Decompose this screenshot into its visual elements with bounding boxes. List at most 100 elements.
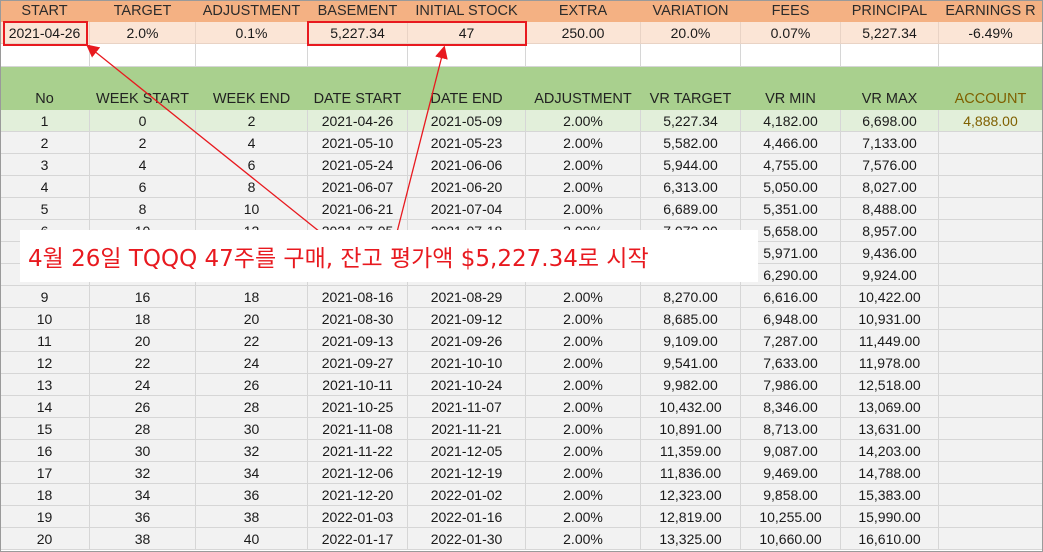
param-header-earnings-r[interactable]: EARNINGS R — [939, 0, 1043, 22]
column-header-week-start[interactable]: WEEK START — [90, 88, 196, 110]
cell-week-start[interactable]: 22 — [90, 352, 196, 374]
cell-week-end[interactable]: 18 — [196, 286, 308, 308]
cell-date-end[interactable]: 2021-12-19 — [408, 462, 526, 484]
cell-date-start[interactable]: 2021-12-20 — [308, 484, 408, 506]
cell-week-start[interactable]: 20 — [90, 330, 196, 352]
param-header-initial-stock[interactable]: INITIAL STOCK — [408, 0, 526, 22]
cell-vr-max[interactable]: 7,576.00 — [841, 154, 939, 176]
cell-date-end[interactable]: 2022-01-16 — [408, 506, 526, 528]
cell-account[interactable] — [939, 462, 1043, 484]
cell-vr-max[interactable]: 15,383.00 — [841, 484, 939, 506]
cell-date-start[interactable]: 2021-11-08 — [308, 418, 408, 440]
cell-account[interactable] — [939, 132, 1043, 154]
cell-no[interactable]: 9 — [0, 286, 90, 308]
cell-week-end[interactable]: 10 — [196, 198, 308, 220]
cell-vr-target[interactable]: 10,432.00 — [641, 396, 741, 418]
cell-account[interactable] — [939, 352, 1043, 374]
column-header-no[interactable]: No — [0, 88, 90, 110]
cell-no[interactable]: 12 — [0, 352, 90, 374]
empty-cell[interactable] — [308, 44, 408, 67]
column-header-date-end[interactable]: DATE END — [408, 88, 526, 110]
cell-vr-max[interactable]: 11,978.00 — [841, 352, 939, 374]
cell-adjustment[interactable]: 2.00% — [526, 528, 641, 550]
cell-vr-max[interactable]: 8,957.00 — [841, 220, 939, 242]
cell-adjustment[interactable]: 2.00% — [526, 374, 641, 396]
empty-cell[interactable] — [641, 67, 741, 88]
cell-adjustment[interactable]: 2.00% — [526, 198, 641, 220]
cell-week-start[interactable]: 28 — [90, 418, 196, 440]
empty-cell[interactable] — [308, 67, 408, 88]
cell-adjustment[interactable]: 2.00% — [526, 484, 641, 506]
cell-vr-min[interactable]: 10,660.00 — [741, 528, 841, 550]
cell-week-end[interactable]: 38 — [196, 506, 308, 528]
param-header-principal[interactable]: PRINCIPAL — [841, 0, 939, 22]
cell-date-end[interactable]: 2021-09-26 — [408, 330, 526, 352]
cell-week-start[interactable]: 34 — [90, 484, 196, 506]
cell-account[interactable] — [939, 396, 1043, 418]
cell-no[interactable]: 13 — [0, 374, 90, 396]
cell-date-end[interactable]: 2021-10-24 — [408, 374, 526, 396]
empty-cell[interactable] — [526, 67, 641, 88]
param-value-target[interactable]: 2.0% — [90, 22, 196, 44]
cell-date-start[interactable]: 2021-04-26 — [308, 110, 408, 132]
cell-vr-max[interactable]: 15,990.00 — [841, 506, 939, 528]
cell-account[interactable] — [939, 308, 1043, 330]
cell-vr-max[interactable]: 14,203.00 — [841, 440, 939, 462]
cell-week-start[interactable]: 32 — [90, 462, 196, 484]
cell-no[interactable]: 3 — [0, 154, 90, 176]
cell-no[interactable]: 2 — [0, 132, 90, 154]
cell-adjustment[interactable]: 2.00% — [526, 286, 641, 308]
cell-week-start[interactable]: 18 — [90, 308, 196, 330]
cell-week-start[interactable]: 4 — [90, 154, 196, 176]
cell-date-end[interactable]: 2021-11-21 — [408, 418, 526, 440]
cell-account[interactable] — [939, 374, 1043, 396]
cell-date-start[interactable]: 2021-10-25 — [308, 396, 408, 418]
cell-vr-min[interactable]: 5,351.00 — [741, 198, 841, 220]
cell-date-start[interactable]: 2021-09-27 — [308, 352, 408, 374]
cell-adjustment[interactable]: 2.00% — [526, 462, 641, 484]
cell-account[interactable] — [939, 198, 1043, 220]
empty-cell[interactable] — [741, 44, 841, 67]
param-value-basement[interactable]: 5,227.34 — [308, 22, 408, 44]
param-header-target[interactable]: TARGET — [90, 0, 196, 22]
cell-week-end[interactable]: 22 — [196, 330, 308, 352]
column-header-adjustment[interactable]: ADJUSTMENT — [526, 88, 641, 110]
cell-account[interactable] — [939, 506, 1043, 528]
param-header-basement[interactable]: BASEMENT — [308, 0, 408, 22]
cell-week-end[interactable]: 30 — [196, 418, 308, 440]
cell-vr-max[interactable]: 6,698.00 — [841, 110, 939, 132]
param-value-adjustment[interactable]: 0.1% — [196, 22, 308, 44]
cell-date-start[interactable]: 2021-05-10 — [308, 132, 408, 154]
cell-vr-max[interactable]: 11,449.00 — [841, 330, 939, 352]
cell-week-end[interactable]: 28 — [196, 396, 308, 418]
empty-cell[interactable] — [641, 44, 741, 67]
param-header-variation[interactable]: VARIATION — [641, 0, 741, 22]
cell-date-end[interactable]: 2021-06-20 — [408, 176, 526, 198]
param-value-earnings-r[interactable]: -6.49% — [939, 22, 1043, 44]
cell-date-start[interactable]: 2021-06-07 — [308, 176, 408, 198]
cell-vr-target[interactable]: 8,685.00 — [641, 308, 741, 330]
cell-vr-target[interactable]: 13,325.00 — [641, 528, 741, 550]
param-header-start[interactable]: START — [0, 0, 90, 22]
cell-vr-max[interactable]: 14,788.00 — [841, 462, 939, 484]
cell-adjustment[interactable]: 2.00% — [526, 330, 641, 352]
cell-vr-min[interactable]: 7,287.00 — [741, 330, 841, 352]
cell-account[interactable]: 4,888.00 — [939, 110, 1043, 132]
cell-week-end[interactable]: 6 — [196, 154, 308, 176]
empty-cell[interactable] — [841, 44, 939, 67]
cell-date-end[interactable]: 2021-12-05 — [408, 440, 526, 462]
cell-no[interactable]: 10 — [0, 308, 90, 330]
cell-account[interactable] — [939, 528, 1043, 550]
cell-vr-target[interactable]: 5,582.00 — [641, 132, 741, 154]
cell-vr-max[interactable]: 13,631.00 — [841, 418, 939, 440]
cell-vr-min[interactable]: 5,050.00 — [741, 176, 841, 198]
cell-vr-target[interactable]: 10,891.00 — [641, 418, 741, 440]
cell-no[interactable]: 17 — [0, 462, 90, 484]
cell-vr-max[interactable]: 9,436.00 — [841, 242, 939, 264]
cell-date-start[interactable]: 2021-11-22 — [308, 440, 408, 462]
cell-week-start[interactable]: 16 — [90, 286, 196, 308]
cell-date-start[interactable]: 2022-01-17 — [308, 528, 408, 550]
cell-vr-min[interactable]: 8,346.00 — [741, 396, 841, 418]
empty-cell[interactable] — [196, 44, 308, 67]
empty-cell[interactable] — [939, 67, 1043, 88]
